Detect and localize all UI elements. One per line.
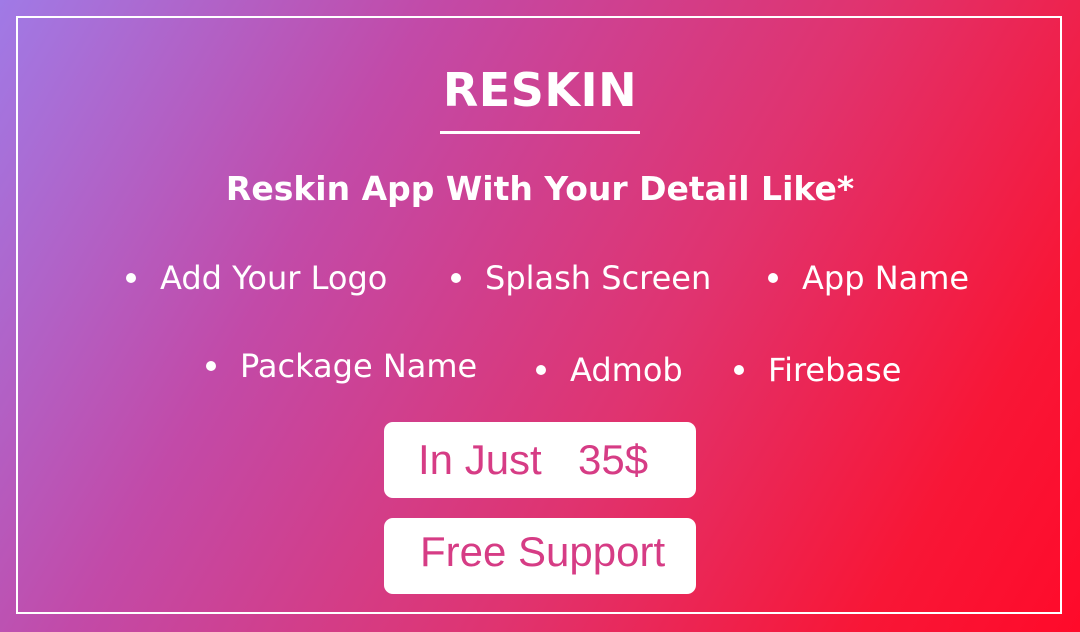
bullet-icon xyxy=(451,273,461,283)
feature-admob: Admob xyxy=(536,350,683,390)
bullet-icon xyxy=(206,361,216,371)
free-support-button[interactable]: Free Support xyxy=(384,518,696,594)
feature-label: App Name xyxy=(802,259,970,297)
support-label: Free Support xyxy=(420,528,666,575)
feature-label: Firebase xyxy=(768,351,902,389)
price-button[interactable]: In Just 35$ xyxy=(384,422,696,498)
bullet-icon xyxy=(536,365,546,375)
title-underline xyxy=(440,131,640,134)
bullet-icon xyxy=(734,365,744,375)
feature-label: Admob xyxy=(570,351,683,389)
bullet-icon xyxy=(768,273,778,283)
feature-label: Splash Screen xyxy=(485,259,712,297)
feature-label: Package Name xyxy=(240,347,478,385)
banner-subtitle: Reskin App With Your Detail Like* xyxy=(225,169,855,208)
feature-package-name: Package Name xyxy=(206,346,477,386)
price-value: 35$ xyxy=(578,436,649,483)
reskin-promo-banner: RESKIN Reskin App With Your Detail Like*… xyxy=(0,0,1080,632)
feature-splash-screen: Splash Screen xyxy=(451,258,711,298)
banner-title: RESKIN xyxy=(442,63,638,117)
price-label: In Just xyxy=(418,436,542,483)
feature-firebase: Firebase xyxy=(734,350,901,390)
feature-add-logo: Add Your Logo xyxy=(126,258,387,298)
bullet-icon xyxy=(126,273,136,283)
feature-app-name: App Name xyxy=(768,258,969,298)
feature-label: Add Your Logo xyxy=(160,259,388,297)
